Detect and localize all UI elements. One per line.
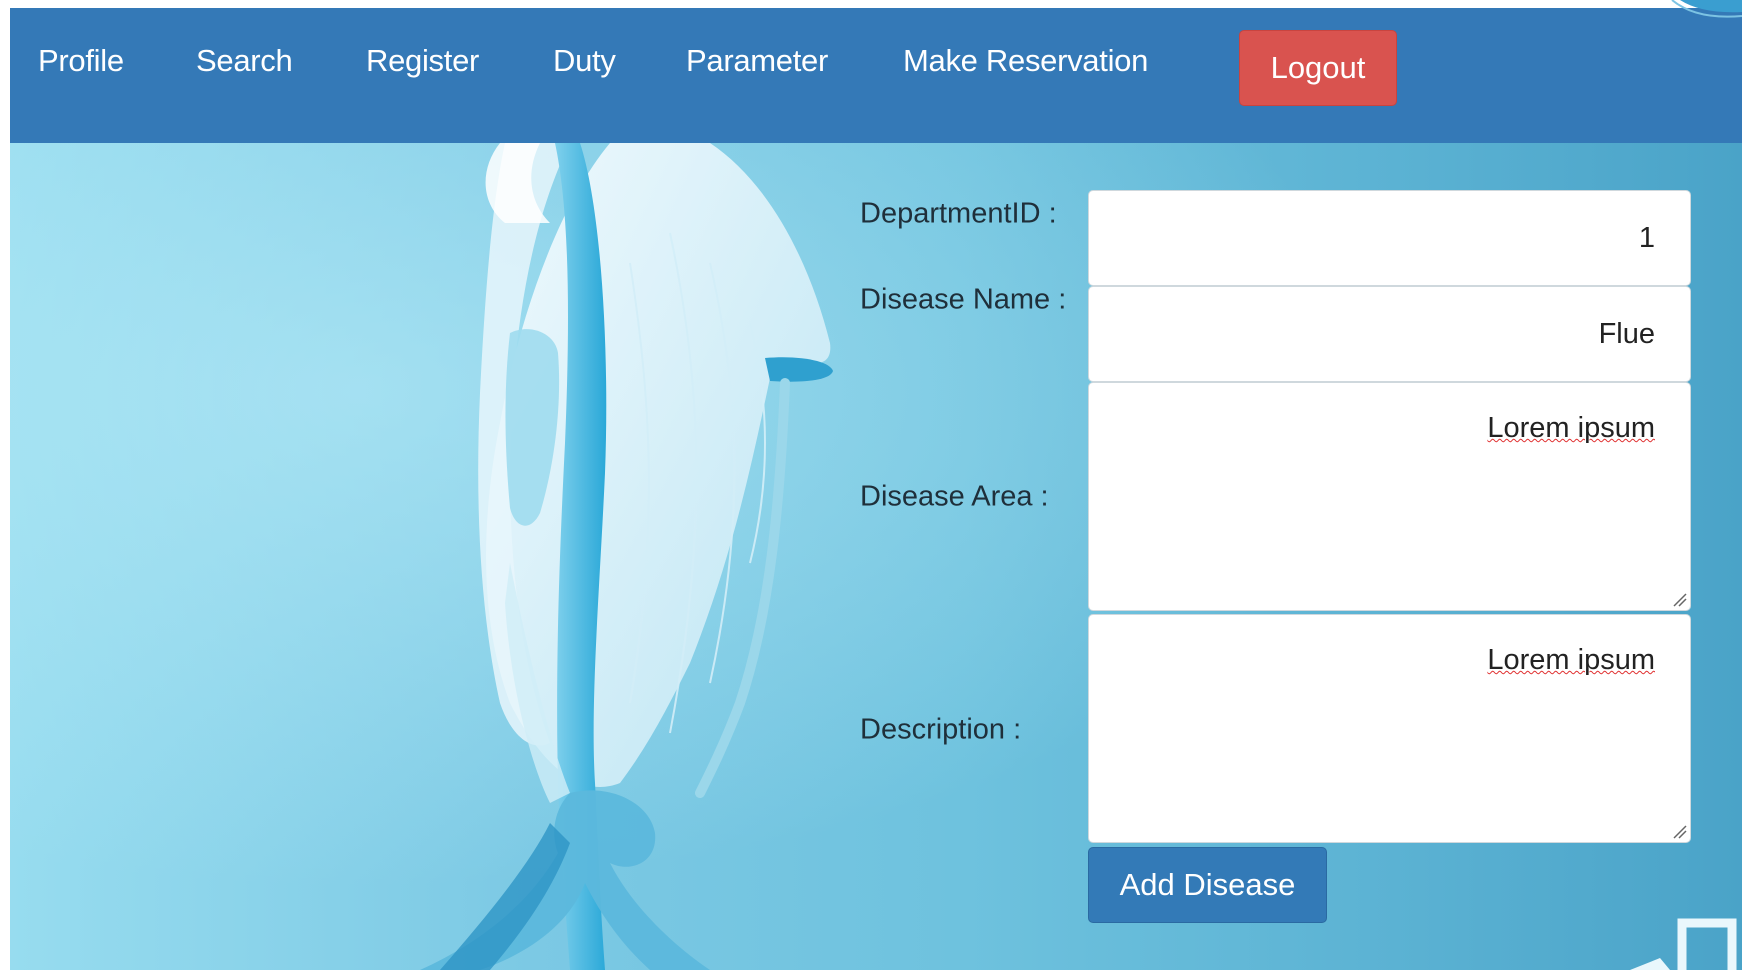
- logout-button[interactable]: Logout: [1239, 30, 1397, 106]
- hero-background: DepartmentID : Disease Name : Disease Ar…: [10, 143, 1742, 970]
- disease-name-label: Disease Name :: [860, 283, 1067, 316]
- nav-item-profile[interactable]: Profile: [38, 43, 124, 79]
- resize-handle-icon[interactable]: [1670, 822, 1688, 840]
- resize-handle-icon[interactable]: [1670, 590, 1688, 608]
- nav-item-search[interactable]: Search: [196, 43, 293, 79]
- disease-area-textarea[interactable]: Lorem ipsum: [1088, 382, 1691, 611]
- nav-item-make-reservation[interactable]: Make Reservation: [903, 43, 1148, 79]
- description-text: Lorem ipsum: [1487, 644, 1655, 676]
- description-label: Description :: [860, 713, 1022, 746]
- nav-item-parameter[interactable]: Parameter: [686, 43, 828, 79]
- disease-area-text: Lorem ipsum: [1487, 412, 1655, 444]
- window-edge-top: [0, 0, 1742, 8]
- department-id-label: DepartmentID :: [860, 197, 1057, 230]
- disease-name-input[interactable]: [1088, 286, 1691, 382]
- corner-decoration: [1671, 0, 1742, 18]
- app-window: Profile Search Register Duty Parameter M…: [0, 0, 1742, 970]
- top-navbar: Profile Search Register Duty Parameter M…: [10, 8, 1742, 143]
- window-edge-left: [0, 0, 10, 970]
- disease-area-label: Disease Area :: [860, 480, 1049, 513]
- nav-item-duty[interactable]: Duty: [553, 43, 616, 79]
- add-disease-button[interactable]: Add Disease: [1088, 847, 1327, 923]
- description-textarea[interactable]: Lorem ipsum: [1088, 614, 1691, 843]
- nav-item-register[interactable]: Register: [366, 43, 479, 79]
- department-id-input[interactable]: [1088, 190, 1691, 286]
